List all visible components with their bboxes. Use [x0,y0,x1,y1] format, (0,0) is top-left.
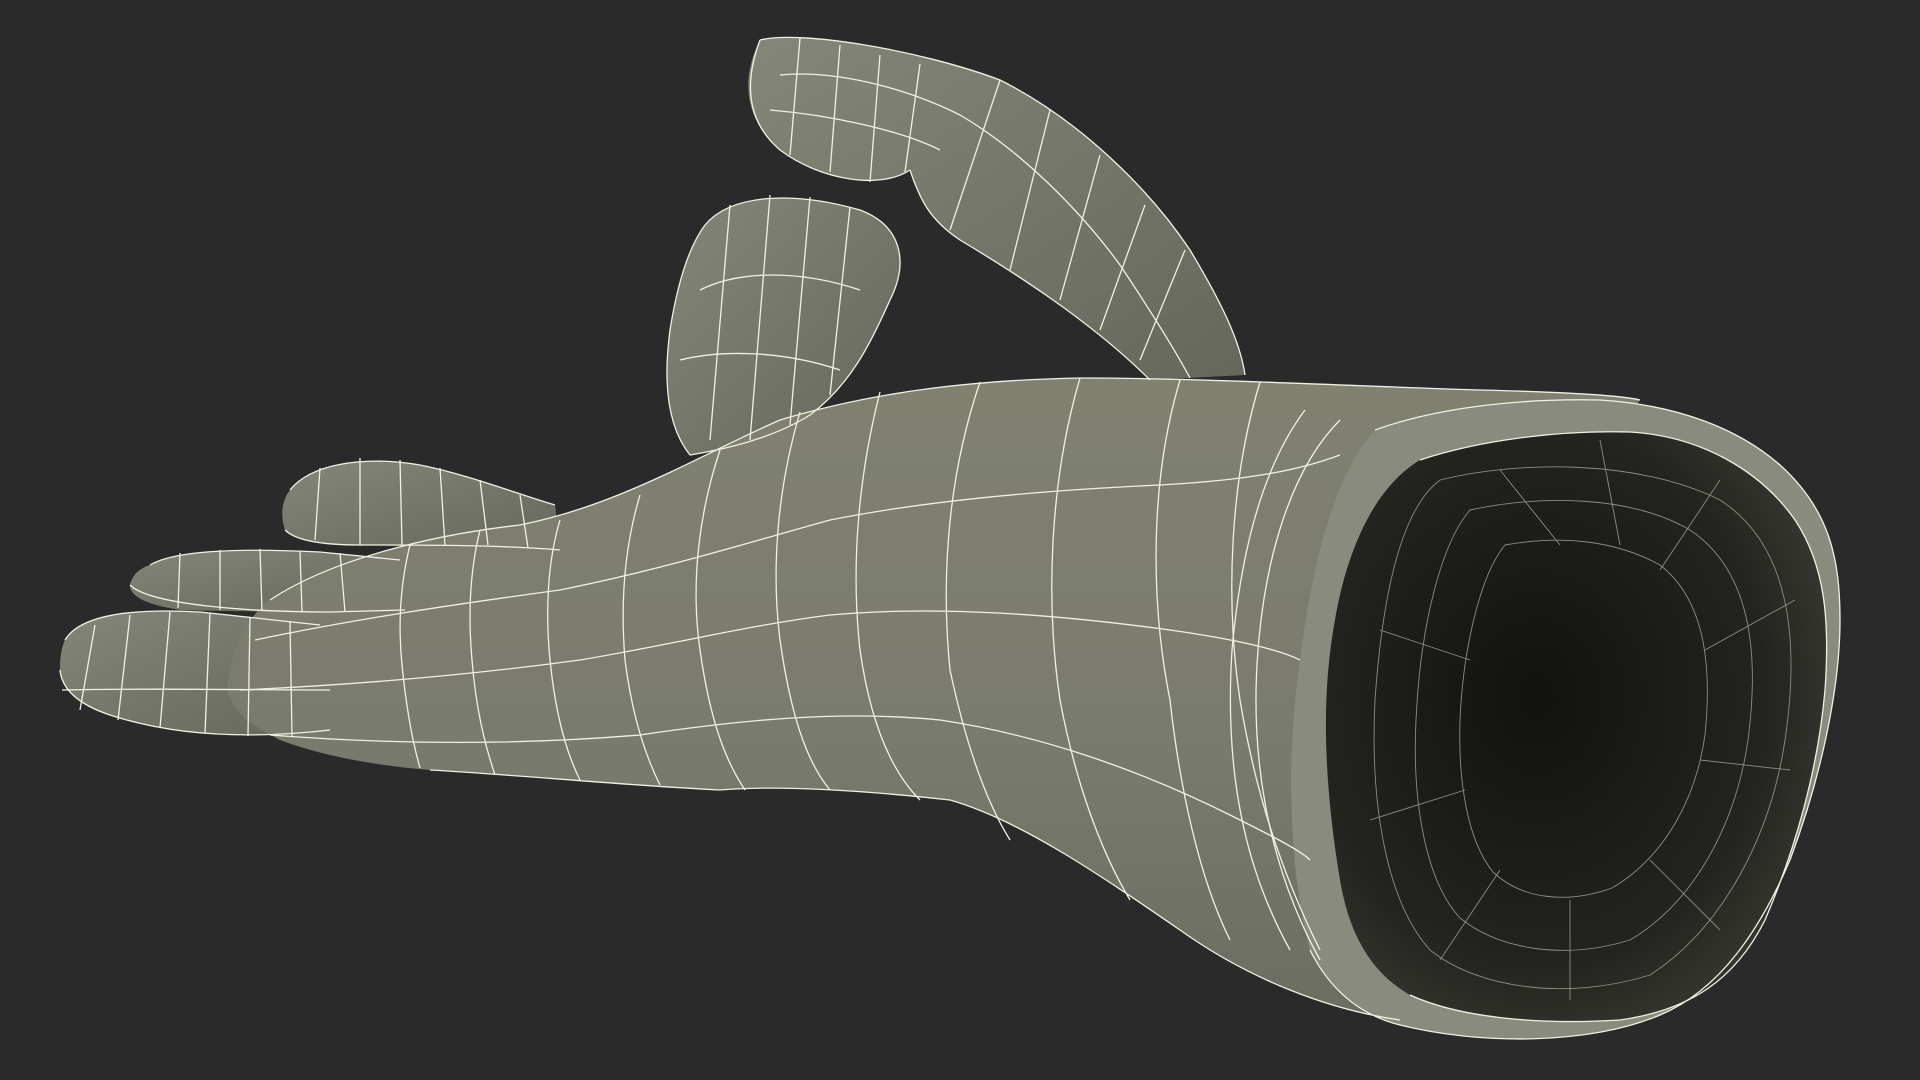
3d-viewport[interactable] [0,0,1920,1080]
hand-glove-model [59,36,1841,1040]
